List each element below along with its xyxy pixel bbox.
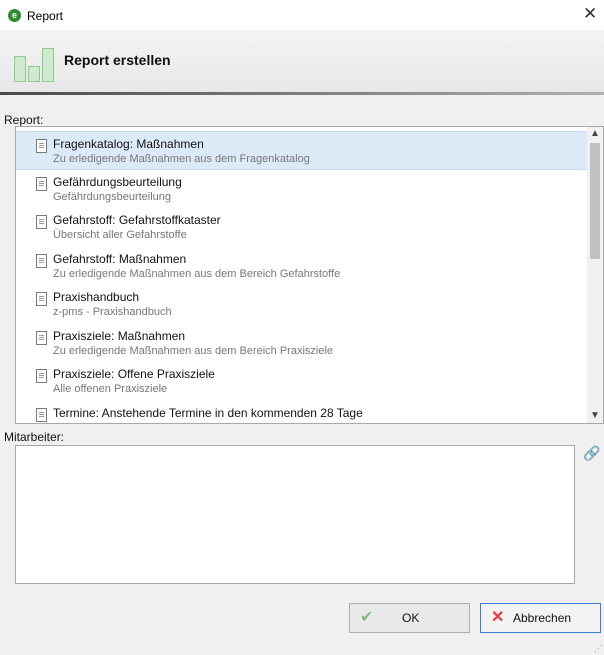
close-icon[interactable]: ✕: [583, 4, 597, 24]
mitarbeiter-field[interactable]: [15, 445, 575, 584]
document-icon: [36, 176, 47, 191]
report-item-title: Fragenkatalog: Maßnahmen: [53, 137, 204, 151]
header-title: Report erstellen: [64, 52, 171, 68]
link-icon[interactable]: 🔗: [583, 444, 601, 462]
report-item-subtitle: Zu erledigende Maßnahmen aus dem Fragenk…: [53, 153, 310, 165]
report-list[interactable]: Fragenkatalog: Maßnahmen Zu erledigende M…: [15, 126, 604, 424]
report-item-subtitle: Übersicht aller Gefahrstoffe: [53, 229, 187, 241]
title-bar: e Report ✕: [0, 0, 604, 30]
report-list-item[interactable]: Termine: Anstehende Termine in den komme…: [16, 401, 588, 424]
report-item-subtitle: z-pms - Praxishandbuch: [53, 306, 172, 318]
report-item-title: Termine: Anstehende Termine in den komme…: [53, 405, 363, 420]
report-item-title: Gefährdungsbeurteilung: [53, 174, 182, 189]
app-icon: e: [8, 9, 21, 22]
report-item-title: Praxishandbuch: [53, 290, 140, 304]
document-icon: [36, 292, 47, 306]
document-icon: [36, 139, 47, 153]
report-list-item[interactable]: Gefahrstoff: Maßnahmen Zu erledigende Maß…: [16, 247, 588, 286]
report-label: Report:: [4, 113, 44, 127]
ok-label: OK: [402, 611, 420, 625]
document-icon: [36, 253, 47, 268]
report-list-item[interactable]: Praxisziele: Offene Praxisziele Alle offe…: [16, 362, 588, 401]
report-item-title: Gefahrstoff: Maßnahmen: [53, 251, 187, 266]
report-item-title: Gefahrstoff: Gefahrstoffkataster: [53, 213, 221, 227]
report-item-title: Praxisziele: Offene Praxisziele: [53, 367, 215, 381]
scroll-down-icon[interactable]: ▼: [587, 409, 603, 423]
checkmark-icon: ✔: [360, 609, 374, 626]
report-item-subtitle: Zu erledigende Maßnahmen aus dem Bereich…: [53, 344, 334, 357]
report-item-title: Praxisziele: Maßnahmen: [53, 328, 186, 343]
document-icon: [36, 369, 47, 383]
list-scrollbar[interactable]: ▲ ▼: [587, 127, 603, 423]
window-title: Report: [27, 9, 64, 23]
cancel-label: Abbrechen: [513, 611, 572, 625]
report-item-subtitle: Zu erledigende Maßnahmen aus dem Bereich…: [53, 267, 341, 280]
report-list-item[interactable]: Fragenkatalog: Maßnahmen Zu erledigende M…: [16, 131, 588, 170]
header-divider: [0, 92, 604, 95]
report-list-item[interactable]: Gefährdungsbeurteilung Gefährdungsbeurtei…: [16, 170, 588, 209]
ok-button[interactable]: ✔ OK: [349, 603, 470, 633]
report-item-subtitle: Gefährdungsbeurteilung: [53, 190, 172, 203]
report-item-subtitle: Alle offenen Praxisziele: [53, 383, 168, 395]
scroll-thumb[interactable]: [590, 143, 600, 259]
report-list-item[interactable]: Gefahrstoff: Gefahrstoffkataster Übersich…: [16, 208, 588, 247]
document-icon: [36, 330, 47, 345]
document-icon: [36, 407, 47, 422]
document-icon: [36, 215, 47, 229]
cross-icon: ✕: [491, 609, 505, 626]
report-list-item[interactable]: Praxisziele: Maßnahmen Zu erledigende Maß…: [16, 324, 588, 363]
scroll-up-icon[interactable]: ▲: [587, 127, 603, 141]
mitarbeiter-label: Mitarbeiter:: [4, 430, 65, 444]
cancel-button[interactable]: ✕ Abbrechen: [480, 603, 601, 633]
report-list-item[interactable]: Praxishandbuch z-pms - Praxishandbuch: [16, 285, 588, 324]
resize-grip-icon[interactable]: ⋰: [594, 644, 602, 653]
report-items: Fragenkatalog: Maßnahmen Zu erledigende M…: [16, 131, 588, 424]
report-chart-icon: [14, 48, 56, 82]
